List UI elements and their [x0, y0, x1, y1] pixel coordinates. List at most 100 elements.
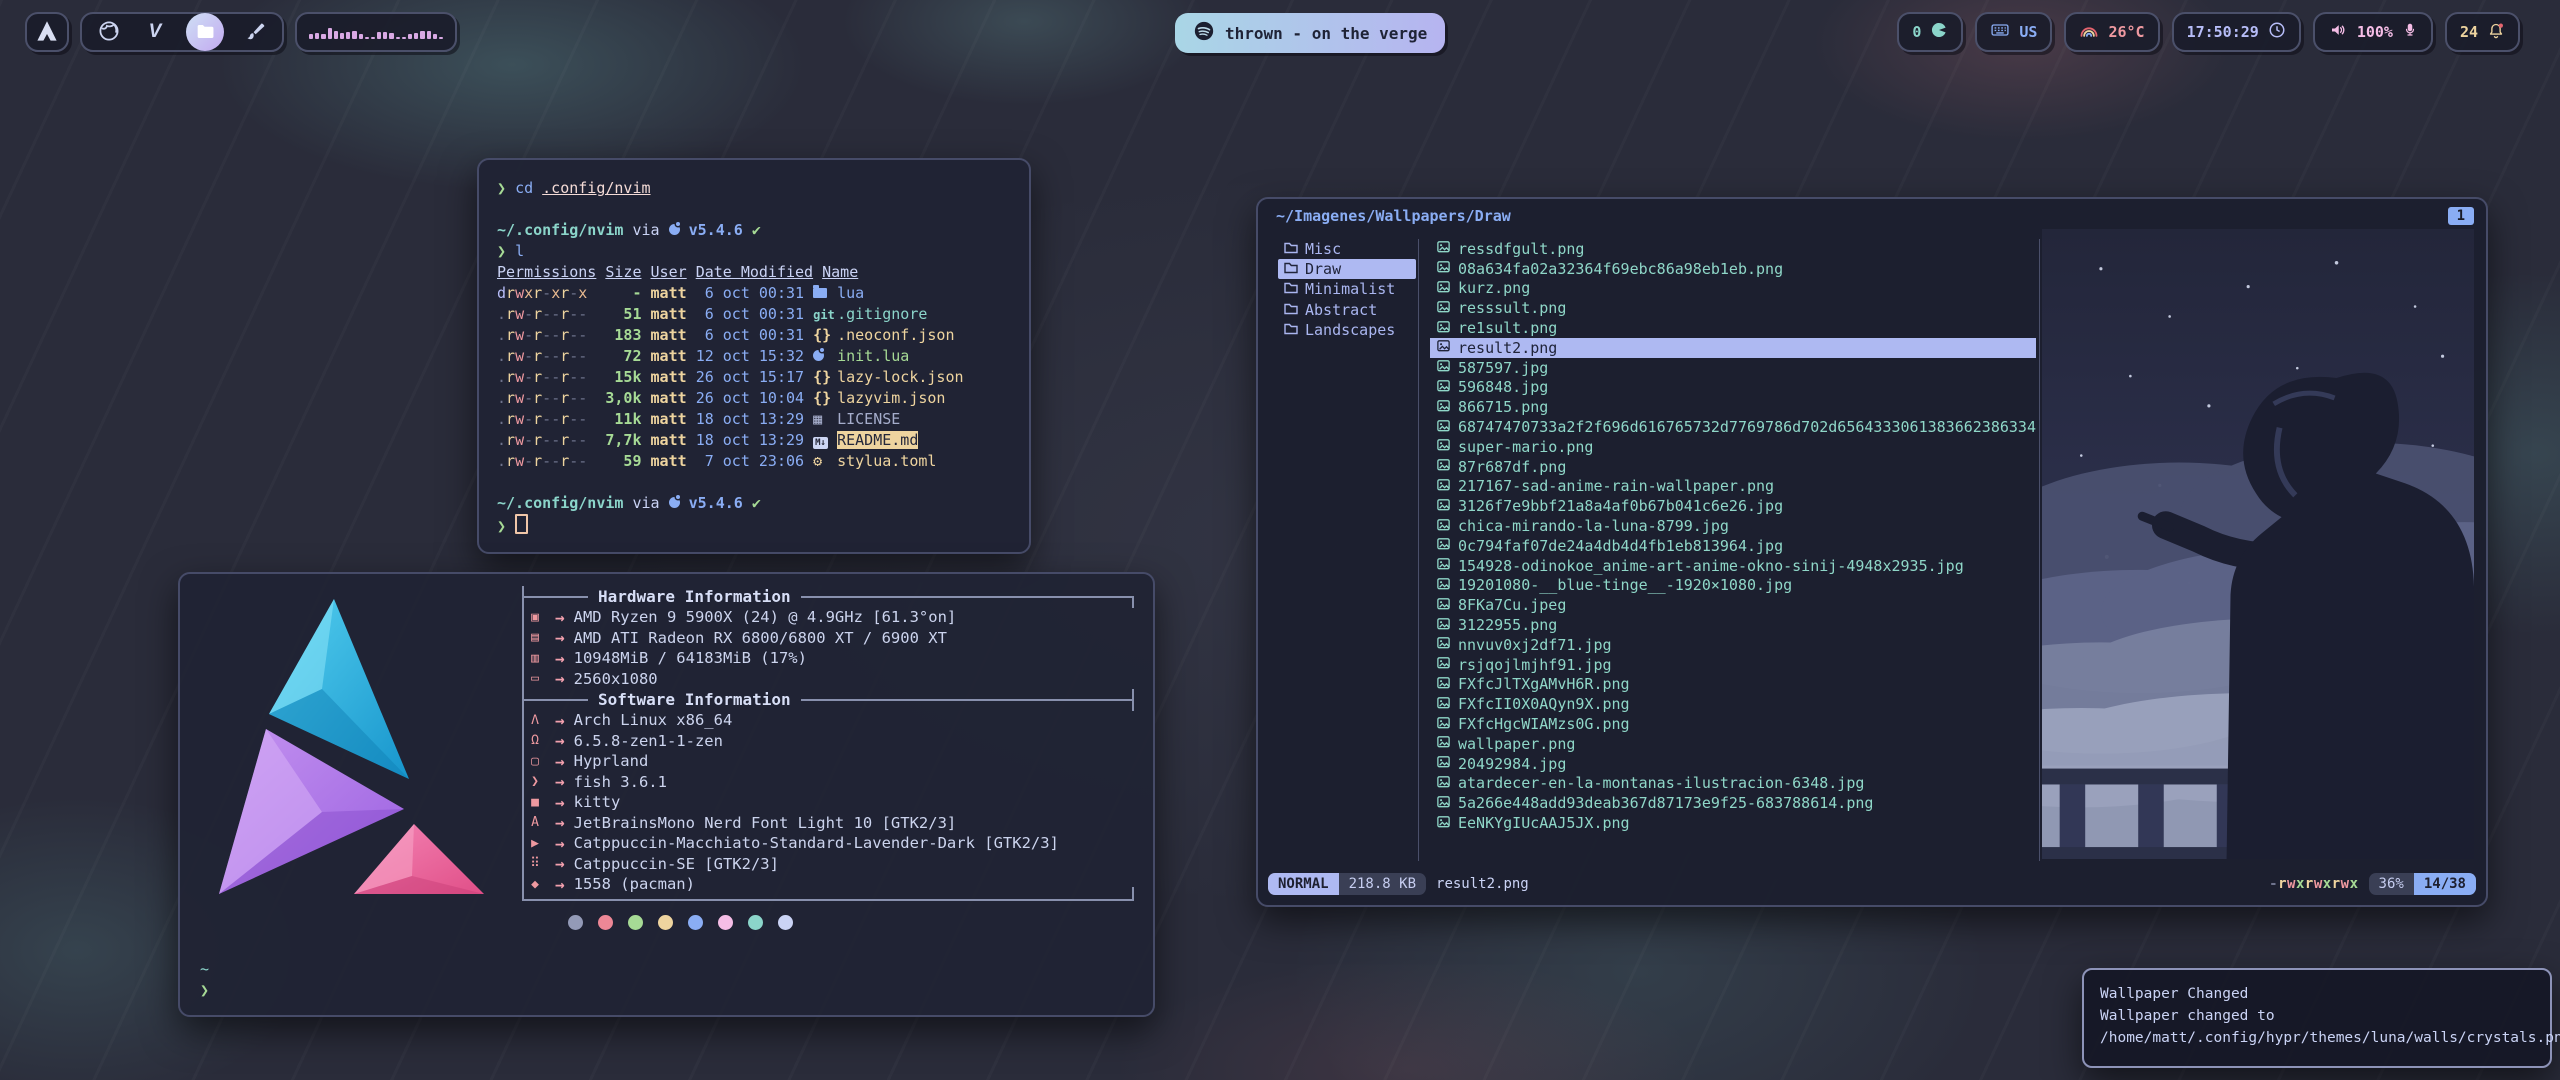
file-row[interactable]: 3126f7e9bbf21a8a4af0b67b041c6e26.jpg — [1430, 496, 2036, 516]
sidebar-item-landscapes[interactable]: Landscapes — [1278, 320, 1416, 340]
folder-icon — [813, 288, 827, 298]
file-name: init.lua — [837, 347, 909, 365]
keyboard-layout-widget[interactable]: US — [1975, 12, 2052, 52]
file-row[interactable]: 587597.jpg — [1430, 358, 2036, 378]
file-row[interactable]: FXfcHgcWIAMzs0G.png — [1430, 714, 2036, 734]
distro-logo — [204, 594, 504, 983]
image-file-icon — [1436, 319, 1451, 338]
neovim-icon: V — [149, 21, 162, 43]
file-name: README.md — [837, 431, 918, 449]
image-file-icon — [1436, 536, 1451, 555]
image-preview — [2042, 229, 2474, 859]
visualizer-bar — [420, 31, 424, 39]
now-playing-title: thrown - on the verge — [1225, 24, 1427, 43]
os-icon: Λ — [524, 713, 546, 728]
file-row[interactable]: re1sult.png — [1430, 318, 2036, 338]
arrow-icon: → — [555, 772, 565, 791]
breadcrumb-path: ~/Imagenes/Wallpapers/Draw — [1276, 207, 1511, 225]
palette-dot — [568, 915, 583, 930]
notification-popup[interactable]: Wallpaper Changed Wallpaper changed to /… — [2082, 968, 2552, 1068]
file-row[interactable]: kurz.png — [1430, 279, 2036, 299]
image-file-icon — [1436, 299, 1451, 318]
file-row[interactable]: 5a266e448add93deab367d87173e9f25-6837886… — [1430, 793, 2036, 813]
image-file-icon — [1436, 556, 1451, 575]
sidebar-item-draw[interactable]: Draw — [1278, 259, 1416, 279]
speaker-icon — [2328, 21, 2348, 43]
image-file-icon — [1436, 754, 1451, 773]
packages-icon: ◆ — [524, 877, 546, 892]
audio-widget[interactable]: 100% — [2313, 12, 2433, 52]
visualizer-bar — [439, 37, 443, 39]
weather-widget[interactable]: 26°C — [2064, 12, 2159, 52]
dock-item-neovim[interactable]: V — [140, 15, 170, 49]
paint-icon — [244, 20, 266, 45]
tab-badge[interactable]: 1 — [2448, 207, 2474, 225]
fetch-info-panel: Hardware Information▣→AMD Ryzen 9 5900X … — [522, 586, 1134, 930]
image-file-icon — [1436, 457, 1451, 476]
terminal-window[interactable]: ❯ cd .config/nvim ~/.config/nvim via v5.… — [477, 158, 1031, 554]
folder-icon — [1283, 279, 1299, 299]
palette-dot — [598, 915, 613, 930]
launcher-button[interactable] — [25, 12, 69, 52]
file-row[interactable]: 866715.png — [1430, 397, 2036, 417]
file-row[interactable]: 68747470733a2f2f696d616765732d7769786d70… — [1430, 417, 2036, 437]
image-file-icon — [1436, 774, 1451, 793]
file-row[interactable]: 19201080-__blue-tinge__-1920×1080.jpg — [1430, 576, 2036, 596]
file-row[interactable]: 08a634fa02a32364f69ebc86a98eb1eb.png — [1430, 259, 2036, 279]
visualizer-bar — [433, 34, 437, 39]
file-row[interactable]: 3122955.png — [1430, 615, 2036, 635]
dock-item-files[interactable] — [186, 13, 224, 51]
gpu-value: AMD ATI Radeon RX 6800/6800 XT / 6900 XT — [574, 629, 947, 647]
file-row[interactable]: wallpaper.png — [1430, 734, 2036, 754]
file-row[interactable]: 20492984.jpg — [1430, 754, 2036, 774]
file-row[interactable]: 0c794faf07de24a4db4d4fb1eb813964.jpg — [1430, 536, 2036, 556]
info-row-gpu: ▤→AMD ATI Radeon RX 6800/6800 XT / 6900 … — [524, 628, 1134, 649]
file-row[interactable]: chica-mirando-la-luna-8799.jpg — [1430, 516, 2036, 536]
file-row[interactable]: result2.png — [1430, 338, 2036, 358]
file-row[interactable]: ressdfgult.png — [1430, 239, 2036, 259]
file-row[interactable]: atardecer-en-la-montanas-ilustracion-634… — [1430, 774, 2036, 794]
image-file-icon — [1436, 437, 1451, 456]
file-row[interactable]: 8FKa7Cu.jpeg — [1430, 595, 2036, 615]
file-row[interactable]: rsjqojlmjhf91.jpg — [1430, 655, 2036, 675]
arrow-icon: → — [555, 875, 565, 894]
kernel-icon: Ω — [524, 733, 546, 748]
dock-item-paint[interactable] — [240, 15, 270, 49]
file-name: LICENSE — [837, 410, 900, 428]
palette-dot — [778, 915, 793, 930]
firefox-icon — [97, 19, 121, 46]
terminal-color-palette — [568, 915, 1134, 930]
file-row[interactable]: 217167-sad-anime-rain-wallpaper.png — [1430, 477, 2036, 497]
markdown-icon: M↓ — [813, 437, 828, 449]
kernel-value: 6.5.8-zen1-1-zen — [574, 732, 723, 750]
arrow-icon: → — [555, 669, 565, 688]
file-row[interactable]: FXfcJlTXgAMvH6R.png — [1430, 675, 2036, 695]
command-line: ❯ — [497, 514, 1011, 535]
sidebar-item-abstract[interactable]: Abstract — [1278, 300, 1416, 320]
file-row[interactable]: 596848.jpg — [1430, 378, 2036, 398]
file-row[interactable]: FXfcII0X0AQyn9X.png — [1430, 694, 2036, 714]
dock-item-firefox[interactable] — [94, 15, 124, 49]
json-icon: {} — [813, 368, 831, 386]
clock-widget[interactable]: 17:50:29 — [2172, 12, 2301, 52]
fetch-window[interactable]: Hardware Information▣→AMD Ryzen 9 5900X … — [178, 572, 1155, 1017]
file-row[interactable]: super-mario.png — [1430, 437, 2036, 457]
file-row[interactable]: resssult.png — [1430, 298, 2036, 318]
image-file-icon — [1436, 734, 1451, 753]
file-row[interactable]: nnvuv0xj2df71.jpg — [1430, 635, 2036, 655]
file-row[interactable]: EeNKYgIUcAAJ5JX.png — [1430, 813, 2036, 833]
file-name: lazy-lock.json — [837, 368, 963, 386]
updates-widget[interactable]: 0 — [1897, 12, 1963, 52]
visualizer-bar — [427, 31, 431, 39]
cpu-icon: ▣ — [524, 610, 546, 625]
file-row[interactable]: 154928-odinokoe_anime-art-anime-okno-sin… — [1430, 556, 2036, 576]
notifications-widget[interactable]: 24 — [2445, 12, 2520, 52]
sidebar-item-minimalist[interactable]: Minimalist — [1278, 279, 1416, 299]
music-widget[interactable]: thrown - on the verge — [1175, 13, 1445, 53]
font-icon: A — [524, 815, 546, 830]
clock-icon — [2268, 21, 2286, 43]
file-manager-window[interactable]: ~/Imagenes/Wallpapers/Draw 1 MiscDrawMin… — [1256, 197, 2488, 907]
file-row[interactable]: 87r687df.png — [1430, 457, 2036, 477]
visualizer-bar — [377, 32, 381, 39]
sidebar-item-misc[interactable]: Misc — [1278, 239, 1416, 259]
